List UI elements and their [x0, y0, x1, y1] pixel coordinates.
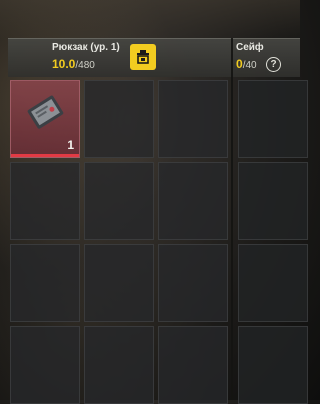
inventory-slot[interactable]: [10, 326, 80, 404]
safe-capacity-max: /40: [242, 60, 257, 71]
inventory-slot[interactable]: [84, 244, 154, 322]
safe-capacity-current: 0: [236, 57, 243, 71]
inventory-slot[interactable]: [84, 326, 154, 404]
inventory-slot-item[interactable]: 1: [10, 80, 80, 158]
inventory-slot[interactable]: [84, 162, 154, 240]
backpack-capacity: 10.0/480: [52, 57, 95, 71]
item-quantity: 1: [67, 138, 74, 152]
inventory-slot[interactable]: [158, 80, 228, 158]
inventory-slot[interactable]: [84, 80, 154, 158]
inventory-slot[interactable]: [158, 326, 228, 404]
item-rarity-bar: [11, 154, 79, 157]
help-button[interactable]: ?: [266, 57, 281, 72]
backpack-title: Рюкзак (ур. 1): [52, 42, 120, 53]
item-document-icon: [27, 95, 64, 129]
safe-slot[interactable]: [238, 80, 308, 158]
inventory-slot[interactable]: [10, 162, 80, 240]
safe-capacity: 0/40: [236, 57, 257, 71]
inventory-slot[interactable]: [10, 244, 80, 322]
backpack-capacity-current: 10.0: [52, 57, 76, 71]
safe-title: Сейф: [236, 42, 264, 53]
panel-divider: [231, 38, 233, 400]
safe-slot[interactable]: [238, 244, 308, 322]
inventory-slot[interactable]: [158, 244, 228, 322]
backpack-capacity-max: /480: [75, 60, 95, 71]
safe-slot[interactable]: [238, 326, 308, 404]
safe-slot[interactable]: [238, 162, 308, 240]
sort-button[interactable]: [130, 44, 156, 70]
sort-icon: [137, 50, 149, 64]
inventory-slot[interactable]: [158, 162, 228, 240]
